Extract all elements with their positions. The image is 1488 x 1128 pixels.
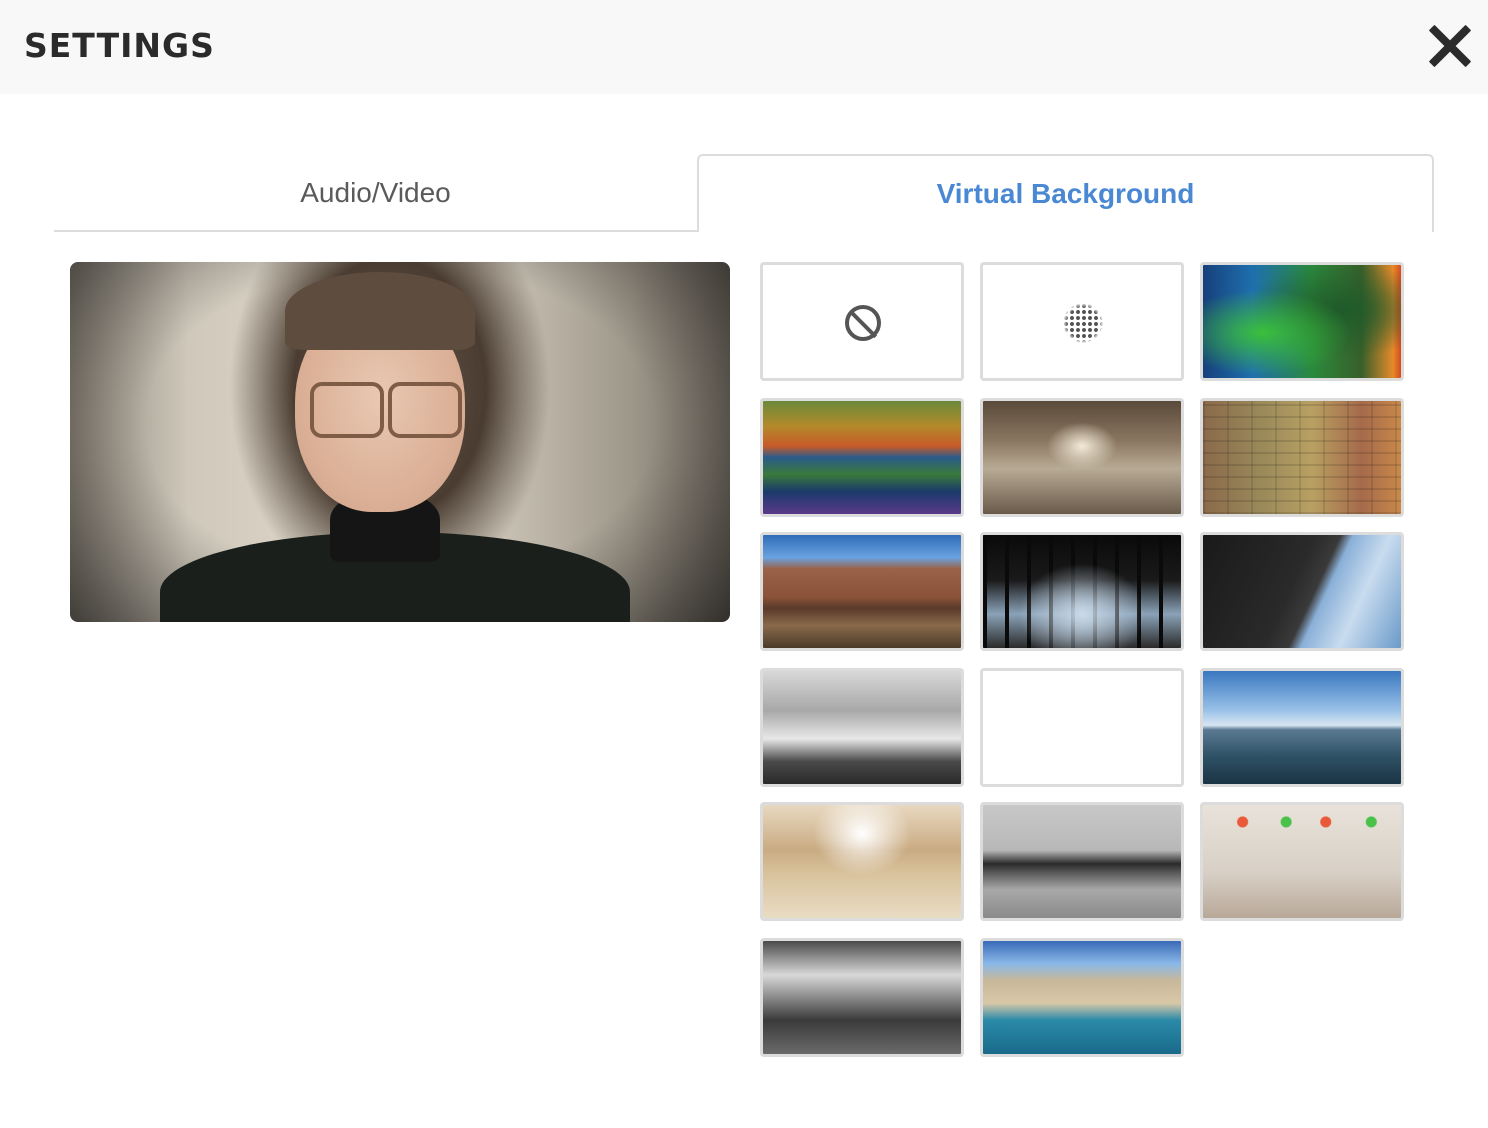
preview-glasses-right xyxy=(388,382,462,438)
settings-header: SETTINGS xyxy=(0,0,1488,94)
background-option-abstract-green-paint[interactable] xyxy=(1200,262,1404,381)
background-option-brick-wall[interactable] xyxy=(1200,398,1404,517)
close-icon[interactable] xyxy=(1426,22,1474,70)
background-option-autumn-lake-reflection[interactable] xyxy=(760,398,964,517)
background-option-blur[interactable] xyxy=(980,262,1184,381)
none-icon xyxy=(845,305,881,341)
background-option-atrium-interior[interactable] xyxy=(760,802,964,921)
background-option-coastal-beach-town[interactable] xyxy=(980,938,1184,1057)
background-option-none[interactable] xyxy=(760,262,964,381)
background-option-control-panel[interactable] xyxy=(1200,802,1404,921)
background-option-dining-hall[interactable] xyxy=(980,398,1184,517)
background-option-cathedral-window[interactable] xyxy=(980,532,1184,651)
background-option-skyscraper-sky[interactable] xyxy=(1200,532,1404,651)
preview-bangs xyxy=(285,272,475,350)
camera-preview xyxy=(70,262,730,622)
preview-glasses-left xyxy=(310,382,384,438)
background-option-window-vineyard[interactable] xyxy=(980,668,1184,787)
background-option-pier-shelter-bw[interactable] xyxy=(760,668,964,787)
tab-audio-video[interactable]: Audio/Video xyxy=(54,156,697,232)
background-option-calm-sea-horizon[interactable] xyxy=(1200,668,1404,787)
settings-title: SETTINGS xyxy=(24,26,215,65)
background-option-rocky-shore-bw[interactable] xyxy=(760,938,964,1057)
background-option-castle-moat[interactable] xyxy=(760,532,964,651)
blur-icon xyxy=(1063,303,1103,343)
background-option-pier-misty-bw[interactable] xyxy=(980,802,1184,921)
tab-virtual-background[interactable]: Virtual Background xyxy=(697,154,1434,232)
